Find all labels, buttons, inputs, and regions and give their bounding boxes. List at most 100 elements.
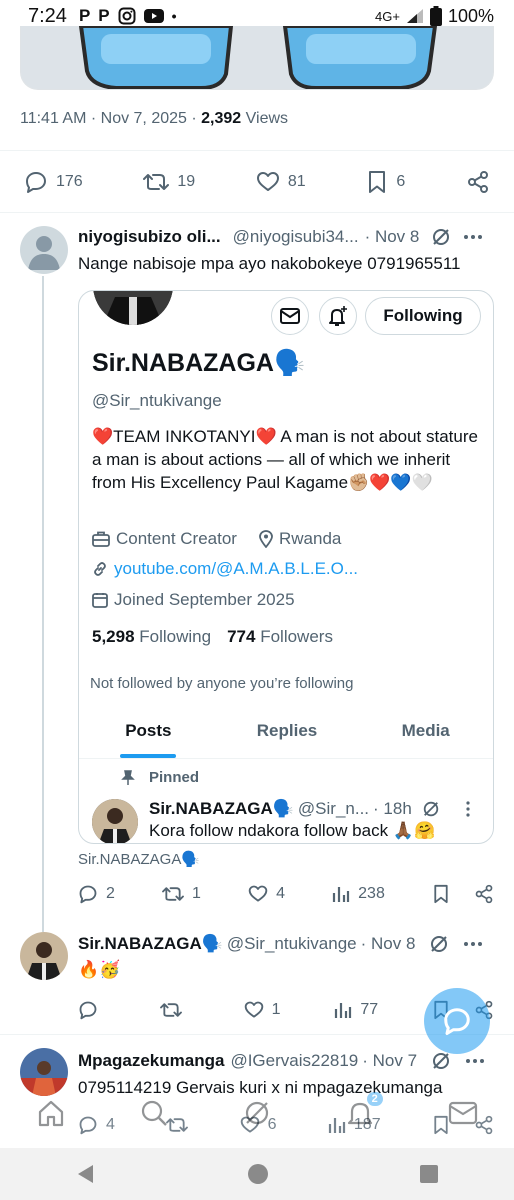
author-handle[interactable]: @niyogisubi34...: [233, 227, 359, 247]
author-handle[interactable]: @Sir_ntukivange: [227, 934, 357, 954]
profile-location: Rwanda: [259, 529, 341, 549]
author-name[interactable]: niyogisubizo oli...: [78, 227, 221, 247]
reply-header: niyogisubizo oli... @niyogisubi34... · N…: [78, 227, 494, 247]
divider: [0, 150, 514, 151]
bookmark-count: 6: [396, 173, 406, 190]
following-button[interactable]: Following: [365, 297, 481, 335]
youtube-icon: [143, 9, 164, 23]
followers-count: 774: [227, 627, 256, 646]
home-circle-icon[interactable]: [247, 1163, 269, 1185]
pinned-label: Pinned: [121, 769, 199, 786]
tab-replies[interactable]: Replies: [218, 703, 357, 758]
followers-label: Followers: [260, 627, 333, 646]
author-handle[interactable]: @IGervais22819: [230, 1051, 358, 1071]
more-options-icon[interactable]: [465, 1058, 485, 1064]
bookmark-icon: [369, 171, 386, 193]
share-icon: [467, 171, 488, 193]
pinned-author-handle: @Sir_n...: [297, 799, 370, 818]
reply-icon: [26, 172, 46, 193]
like-button[interactable]: 1: [244, 1000, 281, 1020]
followers-stat[interactable]: 774 Followers: [227, 627, 333, 647]
more-notifications-dot: •: [171, 8, 177, 24]
notifications-tab[interactable]: 2: [345, 1092, 383, 1128]
pinned-post-time: · 18h: [373, 799, 412, 818]
compose-reply-button[interactable]: [424, 988, 490, 1054]
reply-count: 2: [106, 885, 115, 902]
grok-nav-icon[interactable]: [242, 1098, 272, 1128]
share-button[interactable]: [466, 170, 490, 194]
retweet-button[interactable]: [159, 1000, 190, 1020]
like-count: 1: [271, 1001, 281, 1018]
following-count: 5,298: [92, 627, 135, 646]
profile-screenshot-card[interactable]: Following Sir.NABAZAGA🗣️ @Sir_ntukivange…: [78, 290, 494, 844]
recents-icon[interactable]: [419, 1164, 439, 1184]
grok-icon[interactable]: [431, 1051, 451, 1071]
author-avatar[interactable]: [20, 932, 68, 980]
like-count: 81: [287, 173, 306, 190]
profile-tabs: Posts Replies Media: [79, 703, 493, 759]
bell-plus-icon: [329, 306, 347, 326]
like-button[interactable]: 4: [248, 884, 285, 904]
thread-connector-line: [42, 276, 44, 932]
bottom-navigation: 2: [0, 1088, 514, 1138]
author-name[interactable]: Mpagazekumanga: [78, 1051, 224, 1071]
heart-icon: [256, 172, 279, 191]
default-avatar[interactable]: [20, 226, 68, 274]
views-button[interactable]: 77: [334, 1001, 378, 1019]
tab-media[interactable]: Media: [356, 703, 493, 758]
retweet-button[interactable]: 1: [162, 884, 201, 904]
notify-button[interactable]: [319, 297, 357, 335]
back-icon[interactable]: [75, 1163, 97, 1185]
more-options-icon[interactable]: [463, 234, 483, 240]
reply-button[interactable]: 2: [78, 884, 115, 904]
tab-posts[interactable]: Posts: [79, 703, 218, 758]
reply-count: 176: [56, 173, 83, 190]
divider: [0, 212, 514, 213]
analytics-icon: [333, 887, 350, 902]
search-icon[interactable]: [139, 1098, 169, 1128]
clock: 7:24: [28, 4, 67, 27]
tweet-media-image[interactable]: [20, 26, 494, 90]
grok-icon[interactable]: [431, 227, 451, 247]
more-options-icon[interactable]: [463, 941, 483, 947]
like-button[interactable]: 81: [256, 170, 306, 194]
home-icon[interactable]: [36, 1098, 66, 1128]
profile-follow-stats: 5,298 Following 774 Followers: [92, 627, 333, 647]
views-count: 77: [360, 1001, 379, 1018]
analytics-icon: [335, 1003, 352, 1018]
link-text[interactable]: youtube.com/@A.M.A.B.L.E.O...: [114, 559, 358, 579]
notification-badge: 2: [366, 1092, 383, 1106]
pinned-post-header: Sir.NABAZAGA🗣️ @Sir_n... · 18h: [149, 799, 470, 819]
pinned-post-text: Kora follow ndakora follow back 🙏🏾🤗: [149, 821, 436, 840]
reply-button[interactable]: [78, 1000, 106, 1020]
p-app-icon: P: [78, 6, 91, 25]
following-stat[interactable]: 5,298 Following: [92, 627, 211, 647]
share-icon[interactable]: [474, 884, 494, 904]
author-name[interactable]: Sir.NABAZAGA🗣️: [78, 934, 223, 954]
bookmark-icon[interactable]: [432, 884, 450, 904]
main-tweet-actions: 176 19 81 6: [20, 166, 494, 198]
retweet-button[interactable]: 19: [143, 170, 195, 194]
grok-icon: [423, 801, 438, 817]
joined-text: Joined September 2025: [114, 590, 295, 609]
pinned-text: Pinned: [149, 769, 200, 786]
p-app-icon: P: [98, 6, 110, 25]
pinned-author-avatar: [92, 799, 138, 843]
profile-bio: ❤️TEAM INKOTANYI❤️ A man is not about st…: [92, 427, 478, 492]
system-navigation-bar: [0, 1148, 514, 1200]
mail-icon[interactable]: [448, 1100, 478, 1126]
retweet-count: 19: [177, 173, 196, 190]
reply-text: Nange nabisoje mpa ayo nakobokeye 079196…: [78, 254, 461, 273]
views-button[interactable]: 238: [332, 885, 385, 903]
profile-category: Content Creator: [92, 529, 237, 549]
retweet-icon: [162, 887, 184, 901]
message-button[interactable]: [271, 297, 309, 335]
grok-icon[interactable]: [429, 934, 449, 954]
not-followed-note: Not followed by anyone you’re following: [90, 675, 354, 692]
reply-button[interactable]: 176: [24, 170, 83, 194]
bookmark-button[interactable]: 6: [366, 170, 405, 194]
profile-link[interactable]: youtube.com/@A.M.A.B.L.E.O...: [92, 559, 358, 579]
location-text: Rwanda: [279, 529, 342, 548]
briefcase-icon: [92, 531, 110, 547]
reply-text: 🔥🥳: [78, 960, 121, 979]
